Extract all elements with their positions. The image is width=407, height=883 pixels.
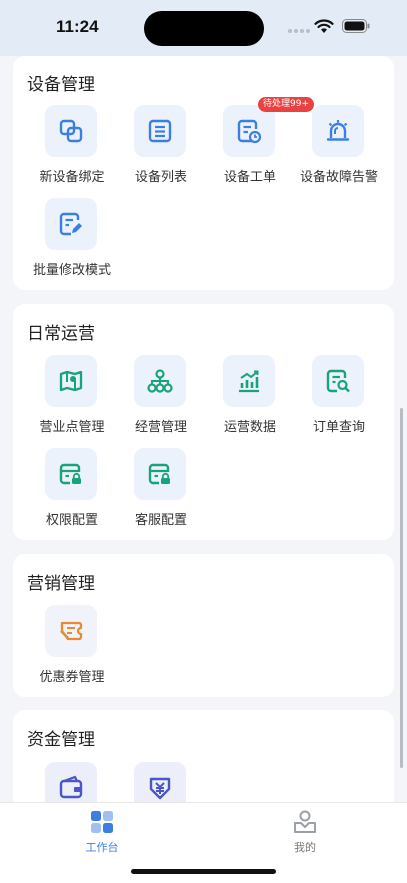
dynamic-island: [144, 11, 264, 46]
batch-edit-icon: [45, 198, 97, 250]
item-label: 批量修改模式: [32, 263, 111, 278]
order-search-icon: [312, 355, 364, 407]
section-title: 日常运营: [27, 324, 95, 344]
item-label: 订单查询: [312, 420, 365, 435]
section-title: 营销管理: [27, 574, 95, 594]
list-icon: [134, 105, 186, 157]
battery-icon: [342, 19, 370, 33]
status-time: 11:24: [56, 17, 99, 36]
map-icon: [45, 355, 97, 407]
tab-workbench[interactable]: 工作台: [52, 809, 152, 855]
link-icon: [45, 105, 97, 157]
org-chart-icon: [134, 355, 186, 407]
device-management-card: 设备管理 新设备绑定 设备列表 待处理99+ 设备工单 设备故障告警 批量修改模…: [13, 56, 394, 290]
home-indicator: [131, 869, 276, 874]
status-bar: 11:24: [0, 0, 407, 56]
work-order-icon: [223, 105, 275, 157]
finance-card: 资金管理: [13, 710, 394, 802]
section-title: 资金管理: [27, 730, 95, 750]
pending-badge: 待处理99+: [258, 97, 314, 112]
customer-service-icon: [134, 448, 186, 500]
marketing-card: 营销管理 优惠券管理: [13, 554, 394, 697]
signal-icon: [288, 29, 310, 33]
daily-operations-card: 日常运营 营业点管理 经营管理 运营数据 订单查询 权限配置 客服配置: [13, 304, 394, 540]
profile-icon: [294, 810, 316, 833]
tab-profile[interactable]: 我的: [255, 809, 355, 855]
workbench-icon: [91, 811, 113, 833]
wallet-icon: [45, 762, 97, 802]
chart-icon: [223, 355, 275, 407]
coupon-icon: [45, 605, 97, 657]
permission-icon: [45, 448, 97, 500]
tab-label: 我的: [294, 841, 316, 854]
wifi-icon: [314, 19, 334, 33]
alarm-light-icon: [312, 105, 364, 157]
scrollbar[interactable]: [400, 408, 403, 768]
workbench-scroll[interactable]: 设备管理 新设备绑定 设备列表 待处理99+ 设备工单 设备故障告警 批量修改模…: [0, 56, 407, 802]
item-label: 设备故障告警: [299, 170, 378, 185]
item-label: 客服配置: [134, 513, 187, 528]
item-label: 优惠券管理: [39, 670, 105, 685]
tab-label: 工作台: [85, 841, 119, 854]
yuan-icon: [134, 762, 186, 802]
section-title: 设备管理: [27, 75, 95, 95]
